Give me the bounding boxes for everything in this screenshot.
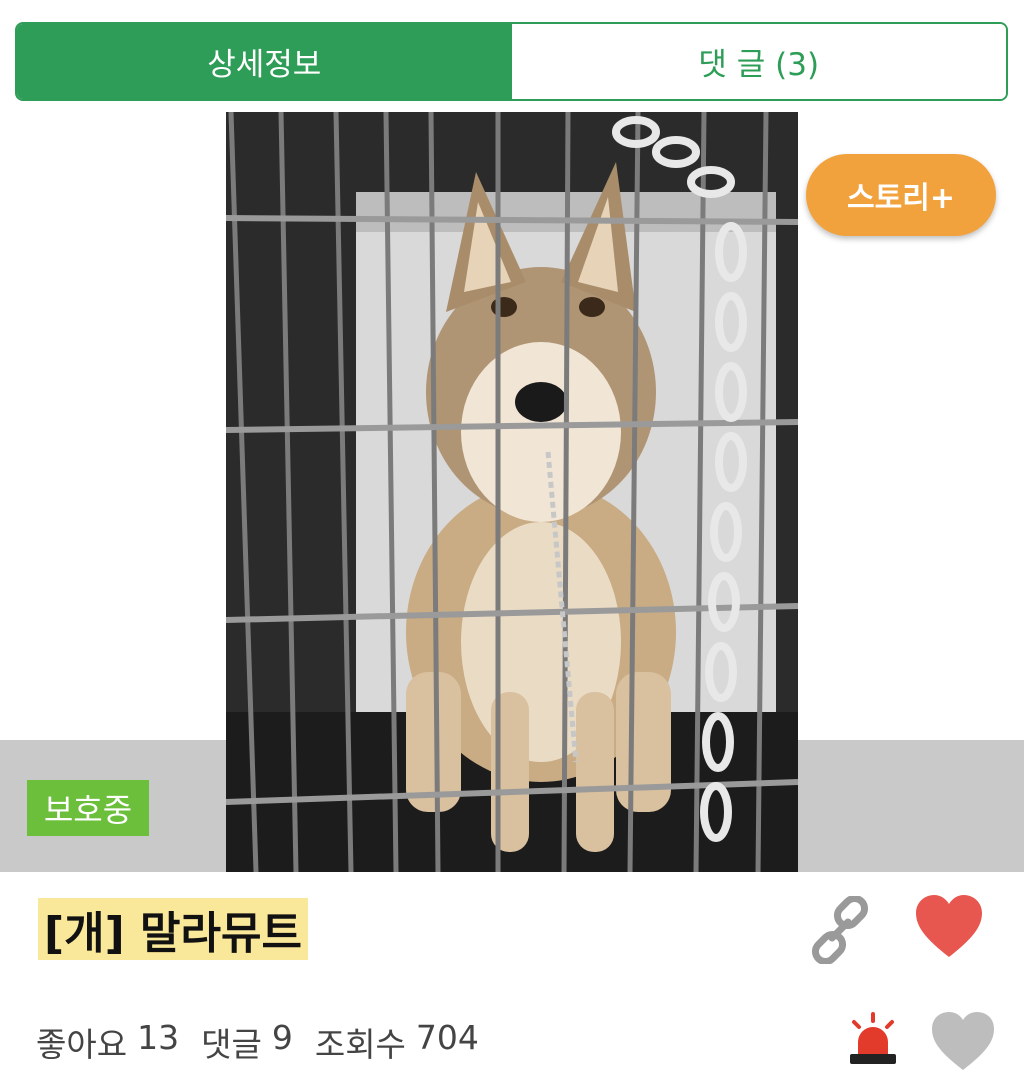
post-stats: 좋아요 13 댓글 9 조회수 704 [36, 1018, 479, 1066]
tab-bar: 상세정보 댓 글 (3) [15, 22, 1008, 101]
comments-label: 댓글 [201, 1025, 262, 1064]
heart-outline-icon[interactable] [930, 1010, 996, 1072]
tab-details[interactable]: 상세정보 [17, 24, 512, 99]
status-badge: 보호중 [27, 780, 149, 836]
link-icon[interactable] [806, 894, 874, 966]
comments-stat: 댓글 9 [201, 1018, 293, 1066]
views-count: 704 [415, 1018, 479, 1057]
heart-icon[interactable] [914, 893, 984, 961]
pet-photo [226, 112, 798, 872]
likes-label: 좋아요 [36, 1025, 128, 1064]
likes-stat: 좋아요 13 [36, 1018, 179, 1066]
siren-icon[interactable] [846, 1012, 900, 1066]
comments-count: 9 [271, 1018, 293, 1057]
tab-comments[interactable]: 댓 글 (3) [511, 24, 1006, 99]
pet-title: [개] 말라뮤트 [38, 898, 308, 960]
views-label: 조회수 [314, 1025, 406, 1064]
likes-count: 13 [137, 1018, 180, 1057]
views-stat: 조회수 704 [315, 1018, 479, 1066]
story-plus-button[interactable]: 스토리+ [806, 154, 996, 236]
